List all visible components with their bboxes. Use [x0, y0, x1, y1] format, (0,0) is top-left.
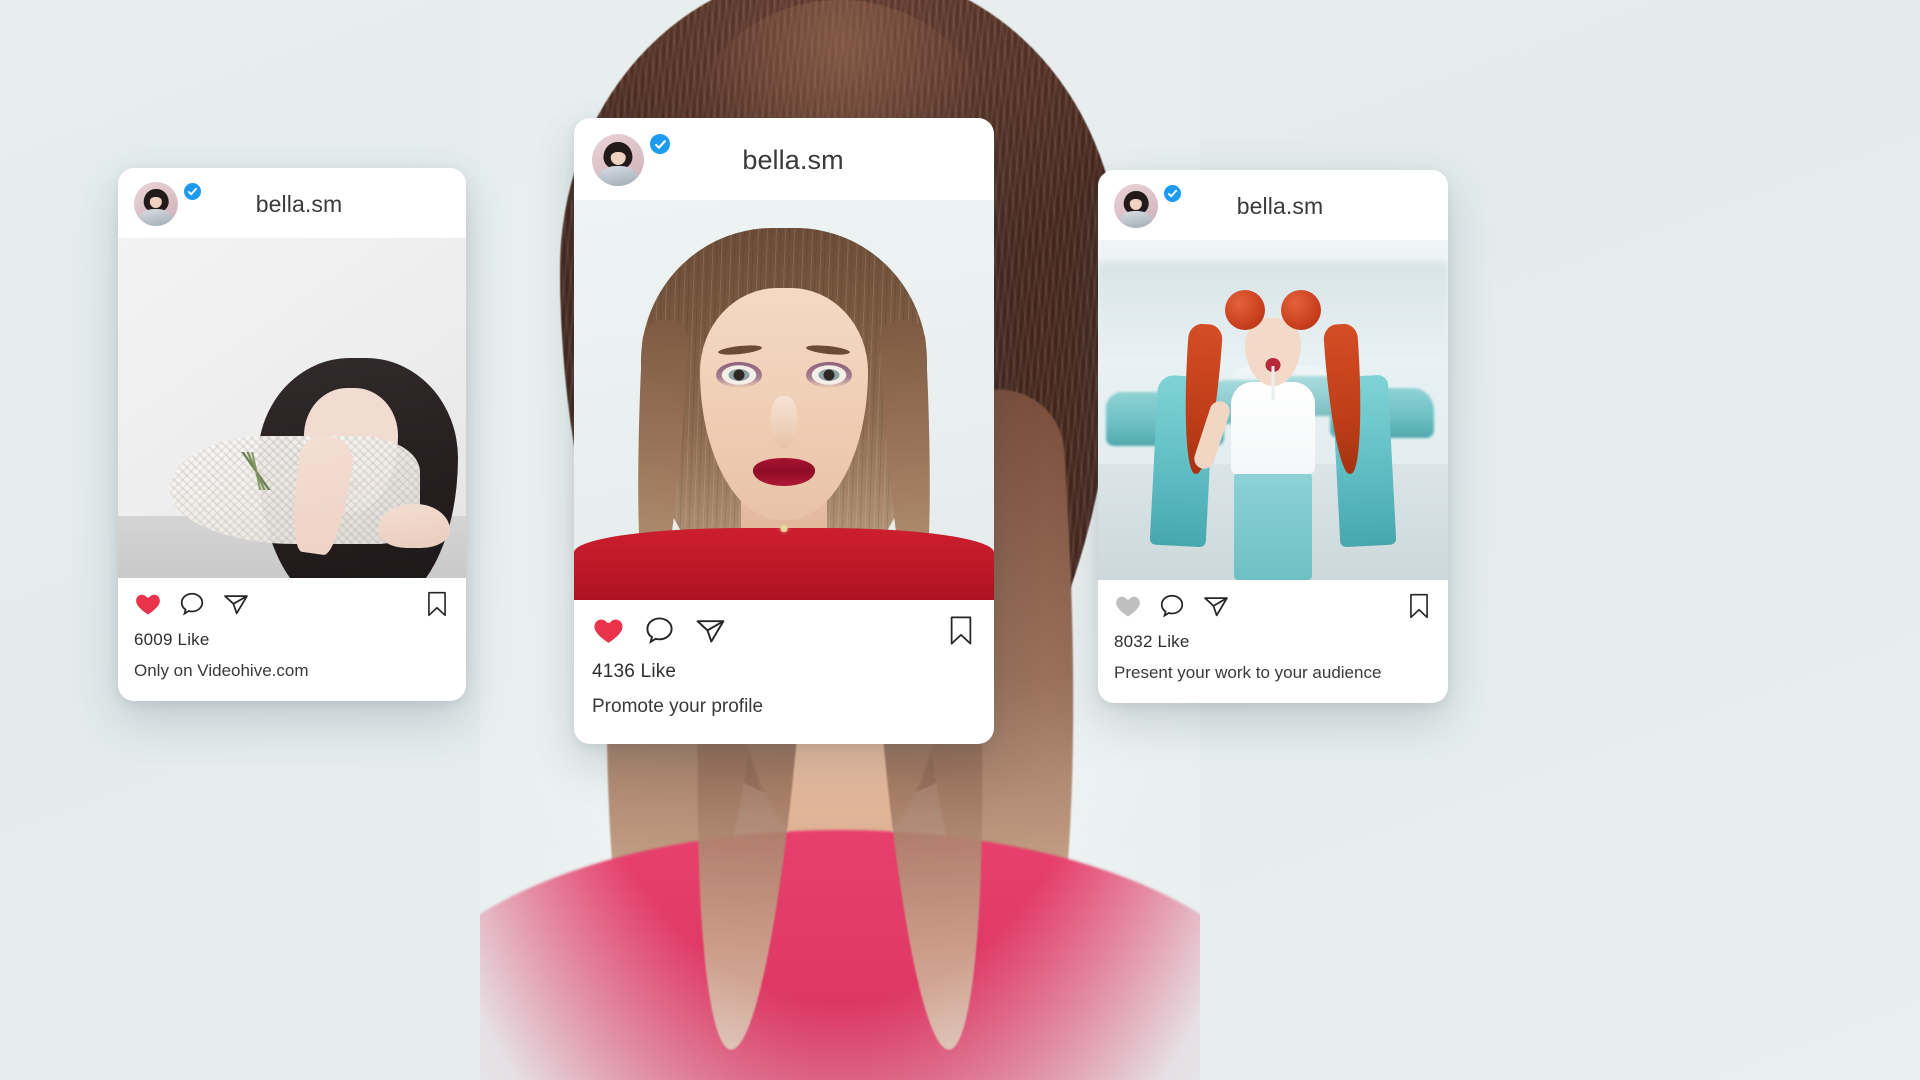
likes-count-label: 8032 Like: [1114, 632, 1190, 651]
comment-bubble-icon[interactable]: [178, 590, 206, 618]
post-image-eye-right: [806, 362, 852, 388]
verified-badge-icon: [1164, 185, 1181, 202]
post-actions: [574, 600, 994, 653]
post-actions: [1098, 580, 1448, 626]
post-header: bella.sm: [1098, 170, 1448, 240]
avatar[interactable]: [1114, 184, 1158, 228]
comment-bubble-icon[interactable]: [1158, 592, 1186, 620]
comment-bubble-icon[interactable]: [643, 614, 676, 647]
bookmark-icon[interactable]: [1406, 592, 1432, 620]
heart-icon[interactable]: [592, 614, 625, 647]
likes-count-label: 4136 Like: [592, 661, 677, 682]
post-image[interactable]: [118, 238, 466, 578]
post-header: bella.sm: [118, 168, 466, 238]
post-image-nose: [771, 396, 797, 448]
post-card-right[interactable]: bella.sm 8032 Like Present your work to …: [1098, 170, 1448, 703]
verified-badge-icon: [650, 134, 670, 154]
post-caption: Present your work to your audience: [1114, 663, 1382, 682]
avatar-wrap[interactable]: [592, 134, 670, 186]
post-image-flower-stems: [234, 452, 280, 490]
username-label: bella.sm: [742, 144, 844, 175]
post-image-bun-right: [1281, 290, 1321, 330]
post-image-white-flowers: [264, 396, 424, 472]
post-caption: Promote your profile: [592, 696, 764, 717]
avatar-wrap[interactable]: [1114, 184, 1181, 228]
avatar[interactable]: [592, 134, 644, 186]
post-caption: Only on Videohive.com: [134, 661, 309, 680]
post-card-center[interactable]: bella.sm 4136 Like Promote your profile: [574, 118, 994, 744]
background-pink-top: [480, 830, 1200, 1080]
share-paper-plane-icon[interactable]: [694, 614, 727, 647]
avatar-wrap[interactable]: [134, 182, 201, 226]
avatar[interactable]: [134, 182, 178, 226]
post-header: bella.sm: [574, 118, 994, 200]
post-image-lollipop: [1271, 366, 1275, 400]
bookmark-icon[interactable]: [946, 614, 976, 647]
avatar-dress: [597, 166, 639, 186]
post-image-hand: [378, 504, 450, 548]
post-image-bun-left: [1225, 290, 1265, 330]
post-image[interactable]: [574, 200, 994, 600]
username-label: bella.sm: [255, 190, 343, 217]
heart-icon[interactable]: [134, 590, 162, 618]
verified-badge-icon: [184, 183, 201, 200]
bookmark-icon[interactable]: [424, 590, 450, 618]
post-image-red-top: [574, 528, 994, 600]
avatar-face: [610, 151, 626, 166]
heart-icon[interactable]: [1114, 592, 1142, 620]
post-image-necklace: [780, 525, 788, 532]
post-image-pants: [1234, 468, 1312, 580]
post-image[interactable]: [1098, 240, 1448, 580]
scene-root: bella.sm 6009 Like Only on Videohive.com…: [0, 0, 1920, 1080]
avatar-dress: [1118, 211, 1154, 228]
post-actions: [118, 578, 466, 624]
avatar-dress: [138, 209, 174, 226]
share-paper-plane-icon[interactable]: [222, 590, 250, 618]
post-card-left[interactable]: bella.sm 6009 Like Only on Videohive.com: [118, 168, 466, 701]
username-label: bella.sm: [1236, 192, 1324, 219]
post-image-space-buns: [1225, 290, 1321, 332]
share-paper-plane-icon[interactable]: [1202, 592, 1230, 620]
likes-count-label: 6009 Like: [134, 630, 210, 649]
post-image-eye-left: [716, 362, 762, 388]
